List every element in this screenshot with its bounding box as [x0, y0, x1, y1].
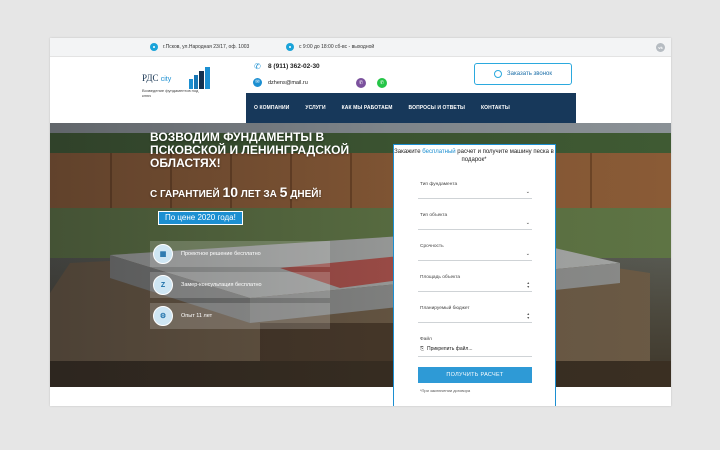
feature-label: Замер-консультация бесплатно: [181, 282, 262, 288]
hero-guarantee: С ГАРАНТИЕЙ 10 ЛЕТ ЗА 5 ДНЕЙ!: [150, 184, 322, 200]
address-text: г.Псков, ул.Народная 23/17, оф. 1003: [163, 44, 250, 50]
site-frame: г.Псков, ул.Народная 23/17, оф. 1003 с 9…: [50, 38, 671, 406]
blueprint-icon: ▦: [153, 244, 173, 264]
whatsapp-icon[interactable]: ✆: [377, 78, 387, 88]
file-field[interactable]: Файл ⎘ Прикрепить файл...: [418, 337, 532, 357]
top-bar: г.Псков, ул.Народная 23/17, оф. 1003 с 9…: [50, 38, 671, 57]
chevron-down-icon: ⌄: [525, 189, 530, 195]
paperclip-icon: ⎘: [420, 346, 425, 352]
form-footnote: *При заключении договора: [420, 388, 471, 393]
area-input[interactable]: Площадь объекта ▲ ▼: [418, 275, 532, 292]
hours-block: с 9:00 до 18:00 сб-вс - выходной: [286, 43, 374, 51]
vk-icon[interactable]: vk: [656, 43, 665, 52]
stepper-icon[interactable]: ▲ ▼: [527, 281, 530, 289]
gear-icon: ⚙: [153, 306, 173, 326]
hero-title: ВОЗВОДИМ ФУНДАМЕНТЫ В ПСКОВСКОЙ И ЛЕНИНГ…: [150, 130, 350, 170]
stepper-icon[interactable]: ▲ ▼: [527, 312, 530, 320]
phone-icon: ✆: [254, 62, 261, 71]
form-heading: Закажите бесплатный расчет и получите ма…: [394, 149, 554, 163]
nav-item-how-we-work[interactable]: КАК МЫ РАБОТАЕМ: [334, 105, 401, 111]
hours-text: с 9:00 до 18:00 сб-вс - выходной: [299, 44, 375, 50]
email-text: dzhens@mail.ru: [268, 79, 308, 86]
attach-file-button[interactable]: ⎘ Прикрепить файл...: [420, 346, 473, 352]
feature-measure: Z Замер-консультация бесплатно: [150, 272, 330, 298]
callback-button[interactable]: Заказать звонок: [474, 63, 572, 85]
logo-text: РДС city: [142, 73, 172, 83]
estimate-form: Закажите бесплатный расчет и получите ма…: [393, 144, 556, 406]
submit-button[interactable]: ПОЛУЧИТЬ РАСЧЕТ: [418, 367, 532, 383]
clock-icon: [286, 43, 294, 51]
callback-button-label: Заказать звонок: [507, 71, 552, 77]
location-pin-icon: [150, 43, 158, 51]
mail-icon: ✉: [253, 78, 262, 87]
nav-item-about[interactable]: О КОМПАНИИ: [246, 105, 297, 111]
main-nav: О КОМПАНИИ УСЛУГИ КАК МЫ РАБОТАЕМ ВОПРОС…: [246, 93, 576, 123]
nav-item-faq[interactable]: ВОПРОСЫ И ОТВЕТЫ: [401, 105, 473, 111]
email-block[interactable]: ✉ dzhens@mail.ru: [253, 78, 308, 87]
urgency-select[interactable]: Срочность ⌄: [418, 244, 532, 261]
phone-block[interactable]: ✆ 8 (911) 362-02-30: [253, 62, 320, 71]
foundation-type-select[interactable]: Тип фундамента ⌄: [418, 182, 532, 199]
feature-project: ▦ Проектное решение бесплатно: [150, 241, 330, 267]
object-type-select[interactable]: Тип объекта ⌄: [418, 213, 532, 230]
hero-section: ВОЗВОДИМ ФУНДАМЕНТЫ В ПСКОВСКОЙ И ЛЕНИНГ…: [50, 123, 671, 387]
phone-number: 8 (911) 362-02-30: [268, 63, 320, 70]
logo-subtitle: Возведение фундаментов под ключ: [142, 88, 199, 98]
nav-item-contacts[interactable]: КОНТАКТЫ: [473, 105, 518, 111]
feature-label: Опыт 11 лет: [181, 313, 213, 319]
header: РДС city Возведение фундаментов под ключ…: [50, 57, 671, 123]
viber-icon[interactable]: ✆: [356, 78, 366, 88]
feature-label: Проектное решение бесплатно: [181, 251, 261, 257]
nav-item-services[interactable]: УСЛУГИ: [297, 105, 333, 111]
logo-buildings-icon: [189, 67, 210, 89]
feature-experience: ⚙ Опыт 11 лет: [150, 303, 330, 329]
phone-ring-icon: [494, 70, 503, 78]
chevron-down-icon: ⌄: [525, 251, 530, 257]
address-block: г.Псков, ул.Народная 23/17, оф. 1003: [150, 43, 249, 51]
budget-input[interactable]: Планируемый бюджет ▲ ▼: [418, 306, 532, 323]
zamer-icon: Z: [153, 275, 173, 295]
price-badge: По цене 2020 года!: [158, 211, 243, 225]
chevron-down-icon: ⌄: [525, 220, 530, 226]
logo[interactable]: РДС city Возведение фундаментов под ключ: [142, 67, 222, 107]
